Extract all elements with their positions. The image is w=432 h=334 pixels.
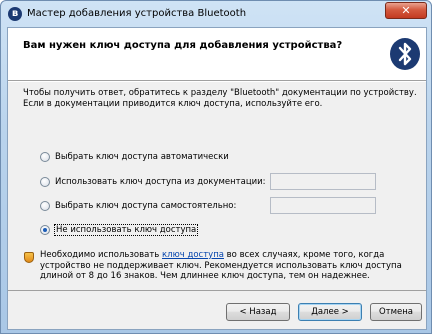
option-own-key-label: Выбрать ключ доступа самостоятельно:	[55, 201, 237, 211]
wizard-footer: < Назад Далее > Отмена	[8, 291, 426, 329]
next-button[interactable]: Далее >	[298, 303, 362, 321]
bluetooth-icon	[390, 38, 420, 70]
wizard-body: Чтобы получить ответ, обратитесь к разде…	[8, 82, 426, 290]
radio-auto-key[interactable]	[40, 152, 50, 162]
docs-key-field[interactable]	[270, 173, 376, 190]
option-no-key[interactable]: Не использовать ключ доступа	[40, 223, 199, 237]
close-button[interactable]: ✕	[385, 2, 427, 19]
info-text-before: Необходимо использовать	[40, 250, 163, 260]
dialog-window: ʙ Мастер добавления устройства Bluetooth…	[0, 0, 432, 334]
option-auto-key[interactable]: Выбрать ключ доступа автоматически	[40, 150, 229, 164]
window-title: Мастер добавления устройства Bluetooth	[27, 8, 247, 19]
page-title: Вам нужен ключ доступа для добавления ус…	[23, 40, 343, 51]
back-button[interactable]: < Назад	[226, 303, 290, 321]
option-no-key-label: Не использовать ключ доступа	[53, 224, 199, 236]
wizard-header: Вам нужен ключ доступа для добавления ус…	[8, 28, 426, 80]
option-own-key[interactable]: Выбрать ключ доступа самостоятельно:	[40, 199, 236, 213]
radio-docs-key[interactable]	[40, 177, 50, 187]
intro-line-1: Чтобы получить ответ, обратитесь к разде…	[23, 88, 417, 98]
title-bar[interactable]: ʙ Мастер добавления устройства Bluetooth…	[1, 1, 431, 27]
cancel-button[interactable]: Отмена	[370, 303, 422, 321]
radio-own-key[interactable]	[40, 201, 50, 211]
wizard-client-area: Вам нужен ключ доступа для добавления ус…	[7, 27, 427, 330]
warning-shield-icon	[24, 252, 34, 263]
option-docs-key-label: Использовать ключ доступа из документаци…	[55, 177, 266, 187]
own-key-field[interactable]	[270, 197, 376, 214]
option-docs-key[interactable]: Использовать ключ доступа из документаци…	[40, 175, 266, 189]
intro-line-2: Если в документации приводится ключ дост…	[23, 99, 323, 109]
option-auto-key-label: Выбрать ключ доступа автоматически	[55, 152, 229, 162]
bluetooth-app-icon: ʙ	[8, 7, 22, 21]
radio-no-key[interactable]	[40, 225, 50, 235]
intro-text: Чтобы получить ответ, обратитесь к разде…	[23, 88, 418, 110]
passkey-help-link[interactable]: ключ доступа	[162, 250, 224, 260]
info-text: Необходимо использовать ключ доступа во …	[40, 250, 415, 282]
